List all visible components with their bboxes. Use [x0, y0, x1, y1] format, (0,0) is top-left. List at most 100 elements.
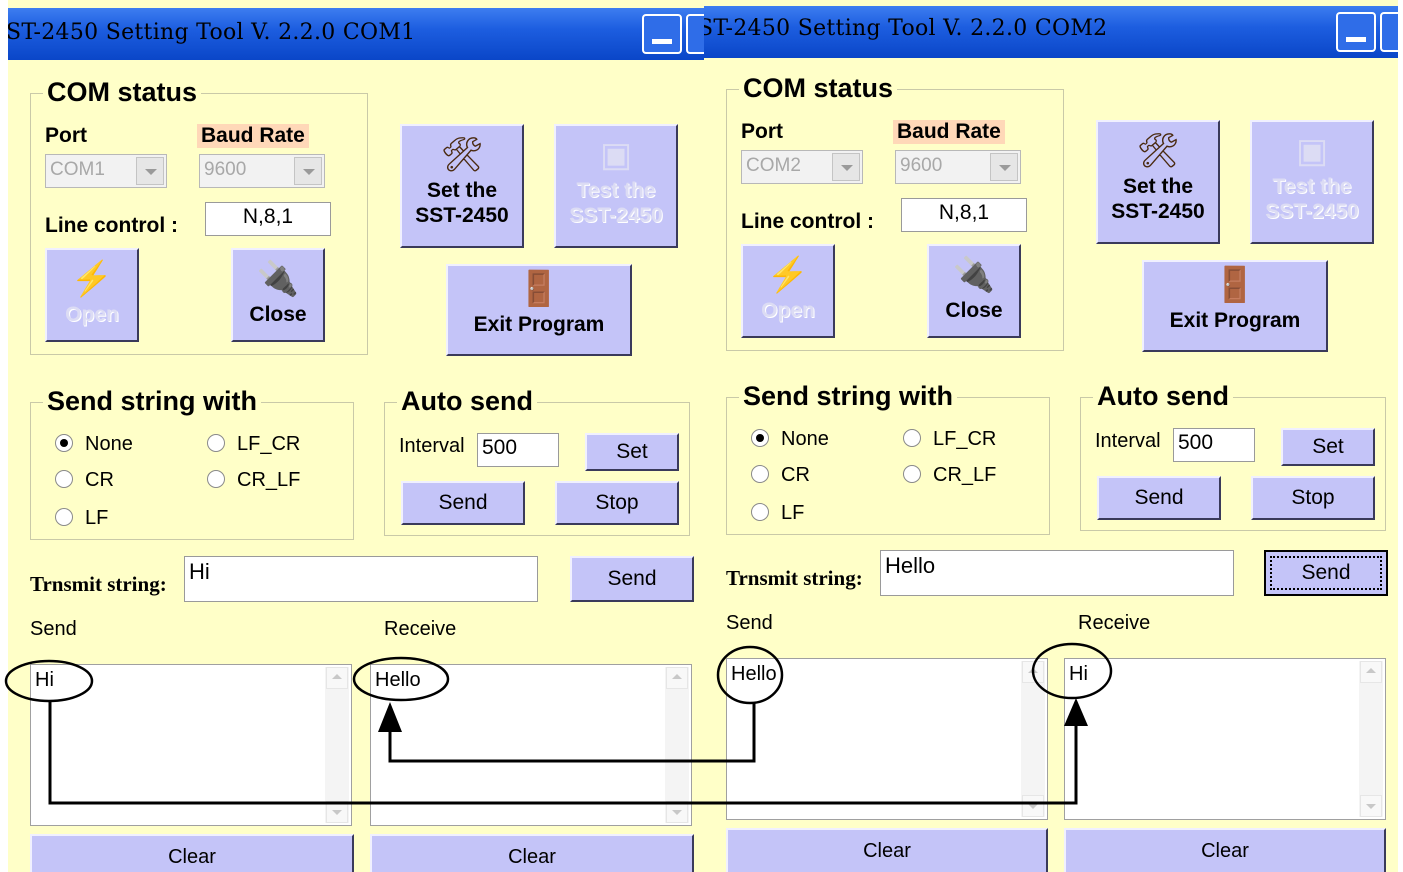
port-select[interactable]: COM2: [741, 150, 863, 184]
set-sst2450-button[interactable]: 🛠 Set the SST-2450: [400, 124, 524, 248]
close-button[interactable]: 🔌 Close: [231, 248, 325, 342]
test-device-icon: ▣: [599, 136, 633, 174]
send-scrollbar[interactable]: [1021, 661, 1045, 817]
exit-program-button[interactable]: 🚪 Exit Program: [1142, 260, 1328, 352]
minimize-button[interactable]: [1336, 12, 1376, 52]
maximize-button[interactable]: [1380, 12, 1398, 52]
receive-scrollbar[interactable]: [1359, 661, 1383, 817]
send-textarea[interactable]: Hello: [726, 658, 1048, 820]
send-clear-button[interactable]: Clear: [30, 834, 354, 872]
open-button[interactable]: ⚡ Open: [741, 244, 835, 338]
scroll-down-icon[interactable]: [1360, 795, 1382, 817]
chevron-down-icon[interactable]: [990, 153, 1018, 181]
tools-icon: 🛠: [440, 136, 484, 174]
test-sst2450-button[interactable]: ▣ Test the SST-2450: [554, 124, 678, 248]
radio-icon: [207, 433, 225, 452]
line-control-field[interactable]: N,8,1: [901, 198, 1027, 232]
transmit-send-button[interactable]: Send: [1264, 550, 1388, 596]
receive-clear-button[interactable]: Clear: [1064, 828, 1386, 872]
radio-none-label: None: [85, 433, 133, 455]
window-title: ST-2450 Setting Tool V. 2.2.0 COM2: [704, 16, 1108, 41]
radio-lf-cr[interactable]: LF_CR: [207, 433, 300, 456]
auto-send-group: Auto send Interval 500 Set Send Stop: [384, 386, 690, 536]
radio-lf-cr-label: LF_CR: [237, 433, 301, 455]
radio-lf[interactable]: LF: [55, 507, 108, 530]
interval-field[interactable]: 500: [1173, 428, 1255, 462]
scroll-down-icon[interactable]: [666, 801, 688, 823]
transmit-string-field[interactable]: Hi: [184, 556, 538, 602]
minimize-button[interactable]: [642, 14, 682, 54]
auto-stop-button[interactable]: Stop: [1251, 476, 1375, 520]
scroll-up-icon[interactable]: [1360, 661, 1382, 683]
radio-none[interactable]: None: [55, 433, 133, 456]
radio-cr-lf-label: CR_LF: [237, 469, 301, 491]
scroll-down-icon[interactable]: [1022, 795, 1044, 817]
radio-lf-cr-label: LF_CR: [933, 428, 997, 450]
radio-none[interactable]: None: [751, 428, 829, 451]
open-button[interactable]: ⚡ Open: [45, 248, 139, 342]
radio-cr-lf[interactable]: CR_LF: [207, 469, 300, 492]
send-textarea-content: Hi: [35, 669, 54, 691]
scroll-up-icon[interactable]: [666, 667, 688, 689]
scroll-up-icon[interactable]: [1022, 661, 1044, 683]
line-control-field[interactable]: N,8,1: [205, 202, 331, 236]
auto-stop-button[interactable]: Stop: [555, 481, 679, 525]
send-string-with-title: Send string with: [43, 386, 262, 416]
baud-rate-value: 9600: [204, 159, 247, 180]
com2-window: ST-2450 Setting Tool V. 2.2.0 COM2 COM s…: [704, 0, 1398, 872]
send-textarea[interactable]: Hi: [30, 664, 352, 826]
transmit-send-button[interactable]: Send: [570, 556, 694, 602]
radio-lf-cr[interactable]: LF_CR: [903, 428, 996, 451]
chevron-down-icon[interactable]: [832, 153, 860, 181]
receive-textarea[interactable]: Hello: [370, 664, 692, 826]
set-button-line2: SST-2450: [1111, 200, 1205, 223]
lightning-icon: ⚡: [70, 260, 114, 298]
transmit-string-field[interactable]: Hello: [880, 550, 1234, 596]
receive-clear-button[interactable]: Clear: [370, 834, 694, 872]
minimize-icon: [652, 39, 672, 44]
radio-icon: [903, 428, 921, 447]
close-button[interactable]: 🔌 Close: [927, 244, 1021, 338]
test-button-line2: SST-2450: [569, 204, 663, 227]
plug-icon: 🔌: [952, 256, 996, 294]
radio-lf-label: LF: [781, 502, 805, 524]
auto-send-title: Auto send: [397, 386, 537, 416]
lightning-icon: ⚡: [766, 256, 810, 294]
auto-send-button[interactable]: Send: [1097, 476, 1221, 520]
interval-set-button[interactable]: Set: [585, 433, 679, 471]
baud-rate-value: 9600: [900, 155, 943, 176]
radio-icon: [207, 469, 225, 488]
chevron-down-icon[interactable]: [136, 157, 164, 185]
scroll-down-icon[interactable]: [326, 801, 348, 823]
set-button-line1: Set the: [1122, 175, 1193, 198]
receive-area-label: Receive: [384, 618, 457, 640]
radio-selected-icon: [55, 433, 73, 452]
chevron-down-icon[interactable]: [294, 157, 322, 185]
send-scrollbar[interactable]: [325, 667, 349, 823]
auto-send-button[interactable]: Send: [401, 481, 525, 525]
interval-set-button[interactable]: Set: [1281, 428, 1375, 466]
radio-cr-lf[interactable]: CR_LF: [903, 464, 996, 487]
baud-rate-select[interactable]: 9600: [895, 150, 1021, 184]
baud-rate-select[interactable]: 9600: [199, 154, 325, 188]
com-status-title: COM status: [739, 73, 898, 103]
close-button-label: Close: [249, 303, 307, 326]
interval-field[interactable]: 500: [477, 433, 559, 467]
radio-cr[interactable]: CR: [55, 469, 114, 492]
send-clear-button[interactable]: Clear: [726, 828, 1048, 872]
receive-textarea[interactable]: Hi: [1064, 658, 1386, 820]
test-sst2450-button[interactable]: ▣ Test the SST-2450: [1250, 120, 1374, 244]
interval-label: Interval: [399, 435, 465, 457]
port-select[interactable]: COM1: [45, 154, 167, 188]
radio-lf[interactable]: LF: [751, 502, 804, 525]
radio-cr[interactable]: CR: [751, 464, 810, 487]
window-title: ST-2450 Setting Tool V. 2.2.0 COM1: [8, 20, 416, 45]
scroll-up-icon[interactable]: [326, 667, 348, 689]
radio-cr-label: CR: [781, 464, 810, 486]
set-sst2450-button[interactable]: 🛠 Set the SST-2450: [1096, 120, 1220, 244]
exit-program-button[interactable]: 🚪 Exit Program: [446, 264, 632, 356]
receive-area-label: Receive: [1078, 612, 1151, 634]
interval-label: Interval: [1095, 430, 1161, 452]
auto-send-title: Auto send: [1093, 381, 1233, 411]
receive-scrollbar[interactable]: [665, 667, 689, 823]
